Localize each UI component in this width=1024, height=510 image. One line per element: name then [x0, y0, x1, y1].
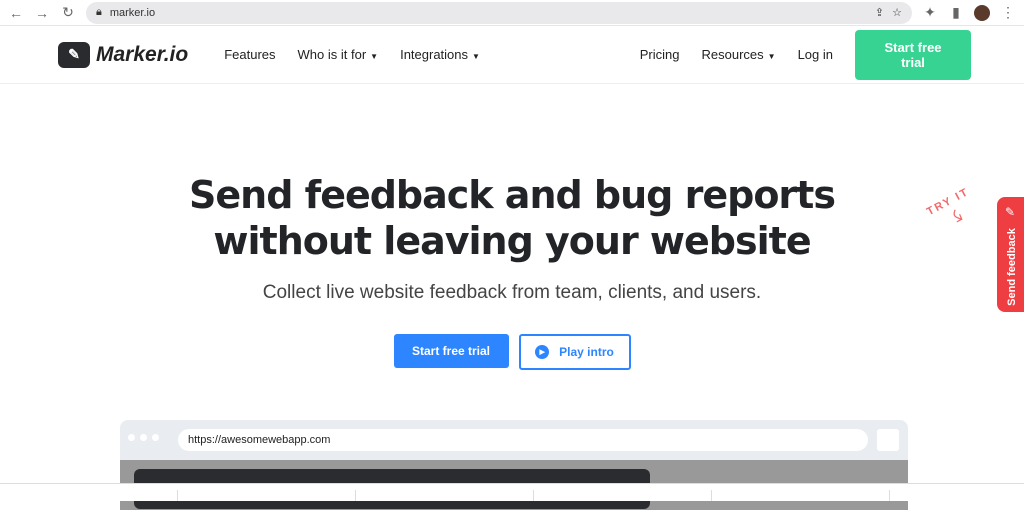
pen-icon: ✎	[58, 41, 90, 68]
nav-pricing[interactable]: Pricing	[640, 47, 680, 62]
star-icon[interactable]: ☆	[892, 6, 902, 19]
hero-subtitle: Collect live website feedback from team,…	[262, 282, 762, 303]
title-line-1: Send feedback and bug reports	[189, 173, 836, 217]
mockup-button	[877, 429, 899, 451]
start-trial-button[interactable]: Start free trial	[393, 334, 509, 368]
menu-icon[interactable]: ⋮	[1000, 4, 1016, 21]
caret-down-icon: ▼	[472, 52, 480, 61]
avatar[interactable]	[974, 4, 990, 21]
nav-resources[interactable]: Resources ▼	[702, 47, 776, 62]
back-icon[interactable]: ←	[8, 5, 24, 21]
nav-who[interactable]: Who is it for ▼	[298, 47, 379, 62]
play-icon: ▶	[535, 345, 550, 359]
play-intro-label: Play intro	[559, 345, 614, 359]
caret-down-icon: ▼	[767, 52, 776, 61]
nav-resources-label: Resources	[701, 47, 764, 62]
send-feedback-label: Send feedback	[1006, 228, 1018, 306]
hero-title: Send feedback and bug reports without lea…	[0, 172, 1024, 264]
bottom-bar	[0, 483, 1024, 501]
window-dots	[128, 434, 159, 441]
share-icon[interactable]: ⇪	[875, 6, 884, 19]
logo-text: Marker.io	[96, 42, 189, 66]
nav-integrations-label: Integrations	[400, 47, 469, 62]
nav-features[interactable]: Features	[224, 47, 275, 62]
reload-icon[interactable]: ↻	[60, 4, 76, 21]
nav-who-label: Who is it for	[297, 47, 367, 62]
nav-integrations[interactable]: Integrations ▼	[400, 47, 480, 62]
lock-icon: 🔒︎	[96, 6, 102, 18]
hero: Send feedback and bug reports without lea…	[0, 172, 1024, 370]
send-feedback-button[interactable]: ✎ Send feedback	[997, 197, 1024, 312]
logo[interactable]: ✎ Marker.io	[58, 41, 189, 68]
browser-toolbar: ← → ↻ 🔒︎ marker.io ⇪ ☆ ✦ ▮ ⋮	[0, 0, 1024, 26]
url-text: marker.io	[109, 6, 156, 19]
title-line-2: without leaving your website	[213, 219, 811, 263]
pen-icon: ✎	[1005, 205, 1016, 219]
caret-down-icon: ▼	[370, 52, 379, 61]
mockup-url: https://awesomewebapp.com	[178, 429, 868, 451]
extensions-icon[interactable]: ✦	[922, 4, 938, 21]
play-intro-button[interactable]: ▶ Play intro	[518, 334, 631, 370]
nav-login[interactable]: Log in	[798, 47, 833, 62]
address-bar[interactable]: 🔒︎ marker.io ⇪ ☆	[86, 1, 912, 24]
site-nav: ✎ Marker.io Features Who is it for ▼ Integ…	[0, 26, 1024, 84]
forward-icon[interactable]: →	[34, 5, 50, 21]
start-trial-nav-button[interactable]: Start free trial	[855, 29, 971, 80]
sidepanel-icon[interactable]: ▮	[948, 4, 964, 21]
